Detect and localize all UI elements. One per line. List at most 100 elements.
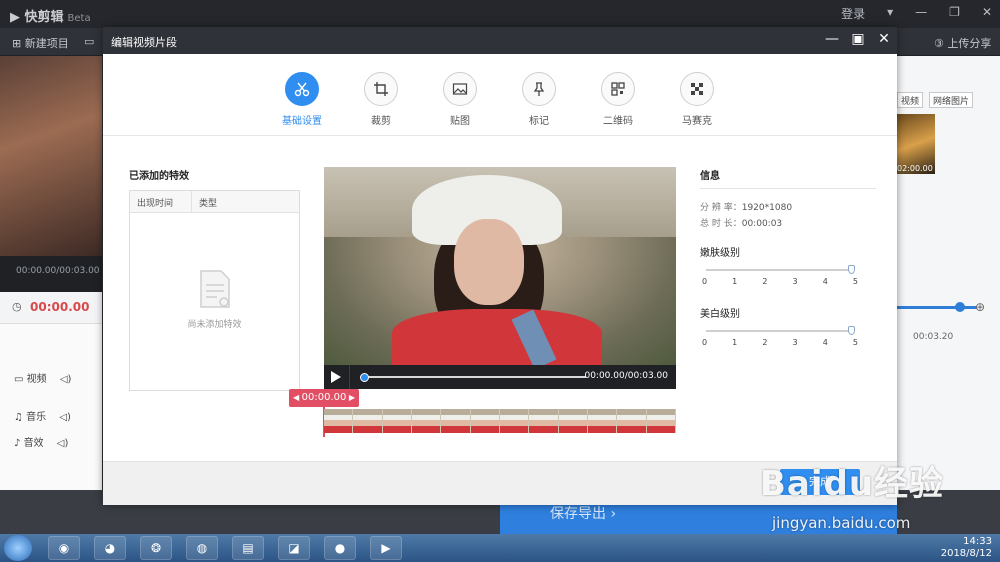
whiten-slider[interactable] xyxy=(706,330,852,332)
system-clock[interactable]: 14:33 2018/8/12 xyxy=(941,536,992,560)
track-list: ▭ 视频 ◁) ♫ 音乐 ◁) ♪ 音效 ◁) xyxy=(0,324,102,490)
media-panel: 视频 网络图片 02:00.00 ⊕ 00:03.20 xyxy=(897,56,1000,490)
time-marker[interactable]: ◀ 00:00.00 ▶ xyxy=(289,389,359,407)
progress-knob[interactable] xyxy=(360,373,369,382)
tab-label: 贴图 xyxy=(450,116,470,127)
taskbar-app-icon[interactable]: ● xyxy=(324,536,356,560)
smooth-slider[interactable] xyxy=(706,269,852,271)
progress-bar[interactable] xyxy=(364,376,586,378)
duration-value: 00:00:03 xyxy=(741,219,783,229)
marker-right-arrow-icon[interactable]: ▶ xyxy=(349,389,355,407)
tick-label: 5 xyxy=(852,338,858,347)
track-music[interactable]: ♫ 音乐 ◁) xyxy=(14,408,71,423)
login-link[interactable]: 登录 xyxy=(841,5,865,22)
minimize-icon[interactable]: — xyxy=(823,31,841,47)
windows-taskbar: ◉ ◕ ❂ ◍ ▤ ◪ ● ▶ 14:33 2018/8/12 xyxy=(0,534,1000,562)
marker-left-arrow-icon[interactable]: ◀ xyxy=(293,389,299,407)
dialog-title: 编辑视频片段 xyxy=(111,36,177,49)
app-title: 快剪辑 xyxy=(24,10,64,25)
filmstrip[interactable] xyxy=(324,409,676,433)
new-project-button[interactable]: ⊞ 新建项目 xyxy=(12,35,69,51)
minimize-icon[interactable]: — xyxy=(915,5,927,22)
tab-label: 马赛克 xyxy=(682,116,712,127)
zoom-in-icon[interactable]: ⊕ xyxy=(975,300,985,314)
effects-table-header: 出现时间 类型 xyxy=(130,191,299,213)
taskbar-app-icon[interactable]: ◉ xyxy=(48,536,80,560)
tick-label: 0 xyxy=(702,338,708,347)
folder-icon[interactable]: ▭ xyxy=(84,35,94,48)
track-label: 视频 xyxy=(26,374,47,385)
track-video[interactable]: ▭ 视频 ◁) xyxy=(14,370,71,385)
tab-sticker[interactable]: 贴图 xyxy=(432,72,488,127)
tick-label: 1 xyxy=(732,277,738,286)
start-button[interactable] xyxy=(4,535,32,561)
upload-share-button[interactable]: ③ 上传分享 xyxy=(934,35,991,51)
track-label: 音乐 xyxy=(26,412,47,423)
tab-qrcode[interactable]: 二维码 xyxy=(590,72,646,127)
tab-mark[interactable]: 标记 xyxy=(511,72,567,127)
upload-share-label: 上传分享 xyxy=(947,37,992,50)
effects-title: 已添加的特效 xyxy=(129,171,189,182)
timeline-end-time: 00:03.20 xyxy=(913,332,954,342)
tick-label: 1 xyxy=(732,338,738,347)
play-icon[interactable] xyxy=(331,371,341,383)
tick-label: 4 xyxy=(822,277,828,286)
dialog-header: 编辑视频片段 — ▣ ✕ xyxy=(103,27,897,54)
maximize-icon[interactable]: ❐ xyxy=(949,5,960,22)
taskbar-app-icon[interactable]: ❂ xyxy=(140,536,172,560)
smooth-title: 嫩肤级别 xyxy=(700,248,740,259)
tick-label: 5 xyxy=(852,277,858,286)
tab-bar: 基础设置 裁剪 贴图 标记 二维码 马赛克 xyxy=(103,54,897,136)
column-type: 类型 xyxy=(199,199,218,209)
app-window-controls: 登录 ▾ — ❐ ✕ xyxy=(841,5,992,22)
menu-icon[interactable]: ▾ xyxy=(887,5,893,22)
tab-label: 二维码 xyxy=(603,116,633,127)
save-export-label: 保存导出 xyxy=(550,506,606,522)
tab-basic-settings[interactable]: 基础设置 xyxy=(274,72,330,127)
taskbar-app-icon[interactable]: ◍ xyxy=(186,536,218,560)
clock-date: 2018/8/12 xyxy=(940,548,992,559)
maximize-icon[interactable]: ▣ xyxy=(849,31,867,47)
tab-crop[interactable]: 裁剪 xyxy=(353,72,409,127)
tick-label: 0 xyxy=(702,277,708,286)
qrcode-icon xyxy=(601,72,635,106)
volume-icon[interactable]: ◁) xyxy=(60,374,72,385)
baidu-watermark: Baidu经验 jingyan.baidu.com xyxy=(752,454,1000,536)
tick-label: 3 xyxy=(792,338,798,347)
close-icon[interactable]: ✕ xyxy=(982,5,992,22)
taskbar-app-icon[interactable]: ▶ xyxy=(370,536,402,560)
empty-effects-text: 尚未添加特效 xyxy=(187,320,242,330)
marker-time: 00:00.00 xyxy=(301,392,347,403)
video-button[interactable]: 视频 xyxy=(897,92,924,108)
image-icon xyxy=(443,72,477,106)
whiten-title: 美白级别 xyxy=(700,309,740,320)
empty-document-icon xyxy=(199,269,231,309)
taskbar-app-icon[interactable]: ◕ xyxy=(94,536,126,560)
pin-icon xyxy=(522,72,556,106)
track-sfx[interactable]: ♪ 音效 ◁) xyxy=(14,434,68,449)
tab-mosaic[interactable]: 马赛克 xyxy=(669,72,725,127)
edit-clip-dialog: 编辑视频片段 — ▣ ✕ 基础设置 裁剪 贴图 标记 二维码 马赛克 已添加的特… xyxy=(103,27,897,505)
info-divider xyxy=(700,188,876,189)
zoom-slider-knob[interactable] xyxy=(955,302,965,312)
volume-icon[interactable]: ◁) xyxy=(59,412,71,423)
smooth-slider-knob[interactable] xyxy=(848,265,855,274)
clock-icon: ◷ xyxy=(12,300,22,313)
smooth-ticks: 0 1 2 3 4 5 xyxy=(702,277,858,286)
volume-icon[interactable]: ◁) xyxy=(57,438,69,449)
effects-table: 出现时间 类型 尚未添加特效 xyxy=(129,190,300,391)
player-controls: 00:00.00/00:03.00 xyxy=(324,365,676,389)
web-image-button[interactable]: 网络图片 xyxy=(929,92,974,108)
duration-row: 总 时 长：00:00:03 xyxy=(700,216,782,229)
taskbar-app-icon[interactable]: ▤ xyxy=(232,536,264,560)
close-icon[interactable]: ✕ xyxy=(875,31,893,47)
zoom-slider[interactable] xyxy=(897,306,977,309)
tab-label: 标记 xyxy=(529,116,549,127)
whiten-slider-knob[interactable] xyxy=(848,326,855,335)
resolution-label: 分 辨 率： xyxy=(700,203,742,213)
duration-label: 总 时 长： xyxy=(700,219,742,229)
preview-time: 00:00.00/00:03.00 xyxy=(0,256,102,292)
mosaic-icon xyxy=(680,72,714,106)
taskbar-app-icon[interactable]: ◪ xyxy=(278,536,310,560)
video-preview[interactable] xyxy=(324,167,676,365)
